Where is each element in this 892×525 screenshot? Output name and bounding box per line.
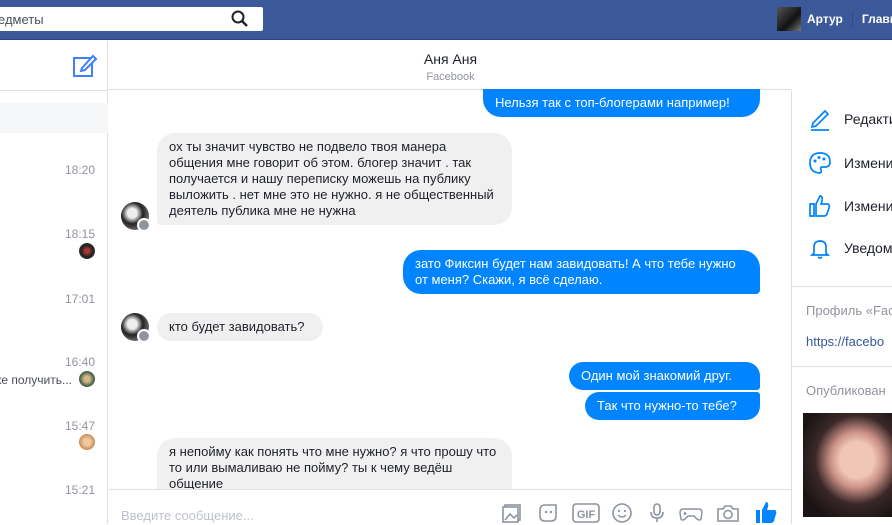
pencil-icon — [810, 109, 830, 131]
list-item-time: 15:21 — [64, 483, 95, 497]
bell-icon — [809, 240, 831, 259]
conversation-options: Редакти Измени Измени Уведом Профиль «Fa… — [791, 91, 892, 524]
published-photos-label: Опубликован — [806, 383, 886, 398]
option-label: Уведом — [844, 240, 892, 256]
message-incoming: ох ты значит чувство не подвело твоя ман… — [157, 133, 512, 225]
option-notifications[interactable]: Уведом — [808, 235, 892, 261]
avatar — [79, 371, 95, 387]
message-composer: Введите сообщение... GIF — [109, 489, 791, 524]
top-bar: едметы Артур Главн — [0, 0, 892, 40]
avatar — [79, 434, 95, 450]
message-incoming: я непойму как понять что мне нужно? я чт… — [157, 438, 512, 489]
list-item-selected[interactable] — [0, 103, 108, 133]
game-controller-icon[interactable] — [679, 502, 703, 524]
emoji-icon[interactable] — [611, 502, 633, 524]
svg-text:GIF: GIF — [577, 509, 596, 521]
option-edit-nicknames[interactable]: Редакти — [808, 106, 892, 132]
palette-icon — [809, 152, 831, 174]
search-icon[interactable] — [231, 10, 249, 28]
shared-photo[interactable] — [803, 413, 892, 517]
image-icon[interactable] — [501, 502, 523, 524]
avatar — [121, 202, 151, 232]
search-input[interactable]: едметы — [0, 7, 263, 31]
sticker-icon[interactable] — [537, 502, 559, 524]
home-link[interactable]: Главн — [862, 12, 892, 26]
avatar — [777, 7, 801, 31]
list-item-snippet: ке получить... — [0, 373, 73, 387]
divider — [851, 11, 853, 27]
avatar — [79, 243, 95, 259]
option-label: Измени — [844, 198, 892, 214]
message-outgoing: зато Фиксин будет нам завидовать! А что … — [403, 250, 760, 294]
option-change-emoji[interactable]: Измени — [808, 193, 892, 219]
message-outgoing: Так что нужно-то тебе? — [585, 392, 760, 420]
list-item-time: 18:20 — [64, 163, 95, 177]
profile-link[interactable]: Артур Главн — [777, 7, 892, 31]
message-outgoing: Нельзя так с топ-блогерами например! — [483, 89, 760, 117]
like-icon[interactable] — [753, 499, 779, 525]
option-change-theme[interactable]: Измени — [808, 150, 892, 176]
microphone-icon[interactable] — [646, 502, 668, 524]
list-item-time: 17:01 — [64, 292, 95, 306]
camera-icon[interactable] — [716, 502, 740, 524]
profile-name: Артур — [807, 12, 843, 26]
divider — [0, 90, 108, 91]
message-incoming: кто будет завидовать? — [157, 313, 323, 341]
compose-icon[interactable] — [72, 53, 98, 79]
search-input-text: едметы — [0, 12, 44, 27]
list-item-time: 18:15 — [64, 227, 95, 241]
list-item-time: 16:40 — [64, 355, 95, 369]
chat-subtitle: Facebook — [426, 71, 475, 83]
gif-icon[interactable]: GIF — [572, 502, 600, 524]
list-item-time: 15:47 — [64, 419, 95, 433]
divider — [792, 286, 892, 287]
option-label: Измени — [844, 155, 892, 171]
like-icon — [809, 195, 831, 217]
option-label: Редакти — [844, 111, 892, 127]
message-input[interactable]: Введите сообщение... — [121, 508, 254, 523]
chat-title[interactable]: Аня Аня — [109, 51, 792, 67]
divider — [792, 366, 892, 367]
conversation-list: 18:20 18:15 17:01 16:40 ке получить... 1… — [0, 41, 108, 524]
chat-header: Аня Аня Facebook — [109, 41, 792, 90]
profile-url-link[interactable]: https://facebo — [806, 334, 884, 349]
profile-label: Профиль «Fac — [806, 303, 892, 318]
avatar — [121, 313, 151, 343]
message-outgoing: Один мой знакомий друг. — [569, 362, 760, 390]
